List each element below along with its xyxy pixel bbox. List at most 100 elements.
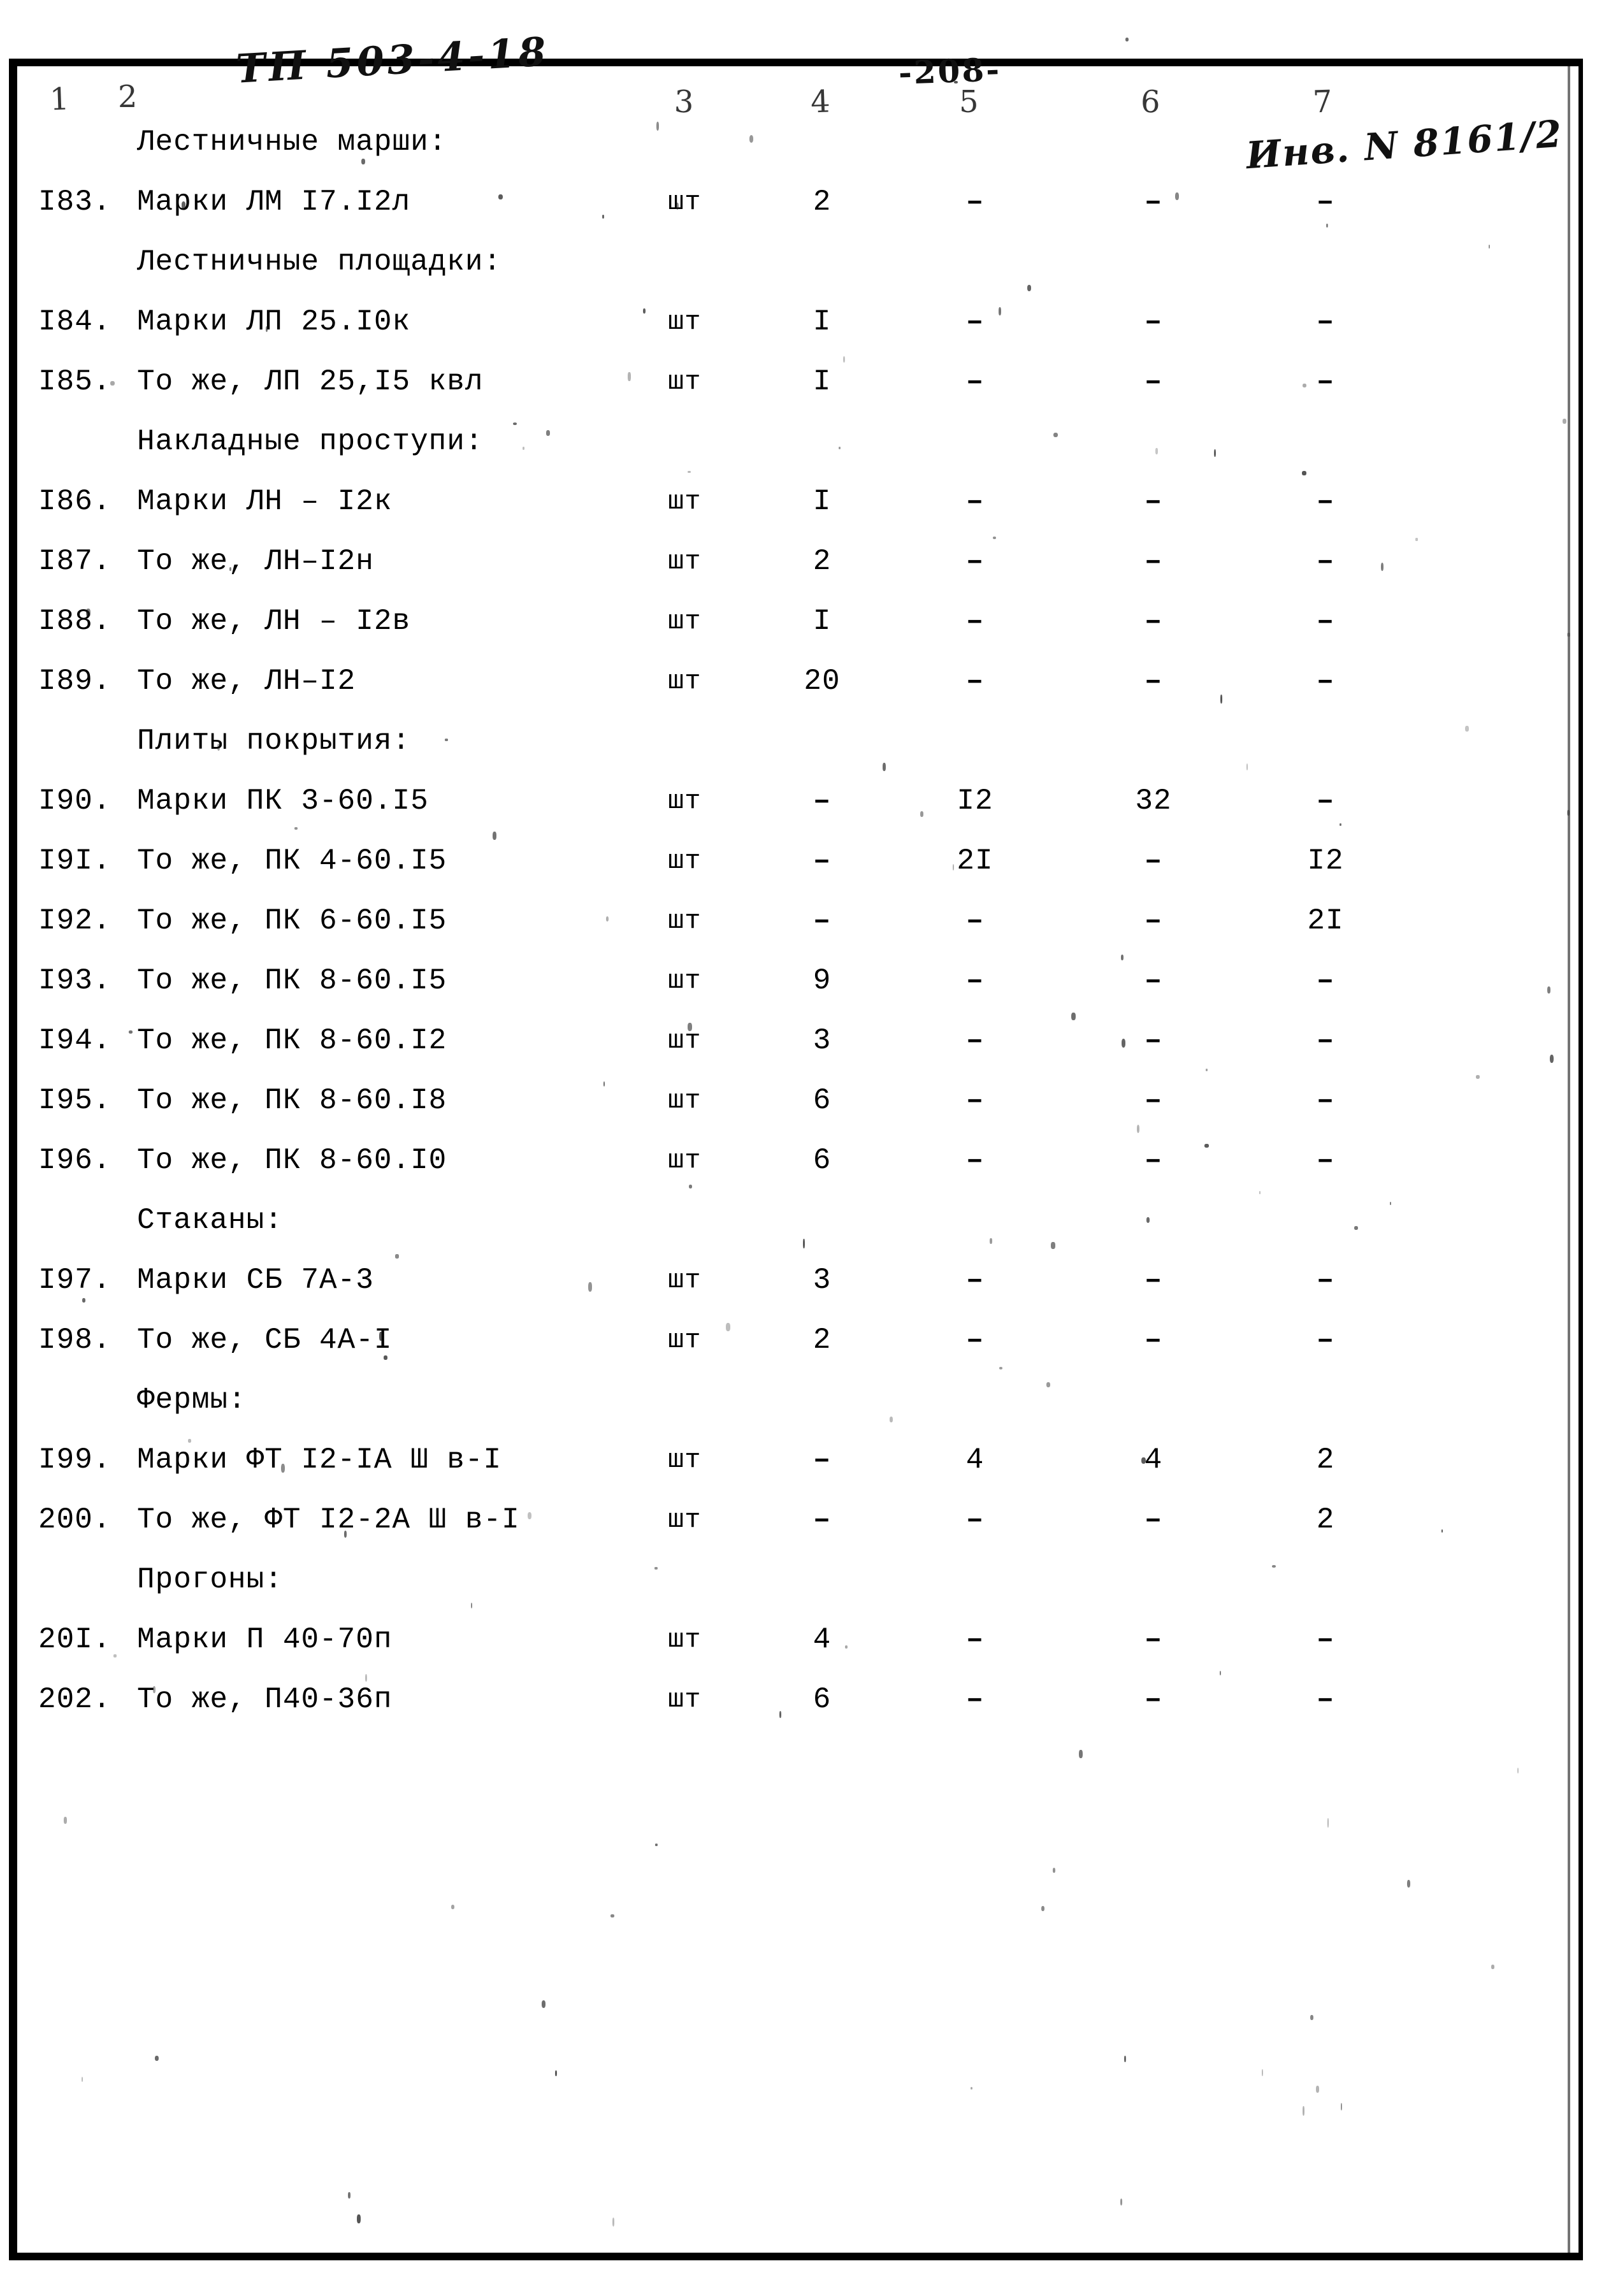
scan-speck <box>1380 562 1384 571</box>
scan-speck <box>152 1686 155 1693</box>
row-quantity-col5: – <box>965 1683 985 1716</box>
scan-speck <box>1549 1054 1554 1064</box>
scan-speck <box>82 1298 85 1303</box>
scan-speck <box>838 447 841 450</box>
scan-speck <box>1120 955 1123 960</box>
row-quantity-col4: 2 <box>813 545 832 578</box>
row-item-number: I99. <box>38 1443 112 1477</box>
row-quantity-col7: – <box>1316 485 1335 518</box>
table-row: I88. То же, ЛН – I2в шт I – – – <box>0 604 1618 664</box>
row-quantity-col5: – <box>965 1324 985 1357</box>
scan-speck <box>528 1512 532 1519</box>
row-quantity-col5: – <box>965 185 985 219</box>
row-quantity-col5: 2I <box>957 844 993 877</box>
scan-speck <box>654 1567 658 1570</box>
row-quantity-col7: – <box>1316 1264 1335 1297</box>
row-quantity-col6: – <box>1144 545 1163 578</box>
row-quantity-col6: – <box>1144 185 1163 219</box>
table-group-header: Накладные проступи: <box>0 424 1618 484</box>
scan-speck <box>1220 694 1222 704</box>
row-unit: шт <box>668 366 702 397</box>
row-quantity-col4: I <box>813 305 832 338</box>
table-row: I93. То же, ПК 8-60.I5 шт 9 – – – <box>0 964 1618 1023</box>
row-quantity-col4: I <box>813 485 832 518</box>
scan-speck <box>1205 1069 1208 1071</box>
table-row: I86. Марки ЛН – I2к шт I – – – <box>0 484 1618 544</box>
row-item-name: То же, П40-36п <box>137 1683 393 1716</box>
scan-speck <box>1517 1767 1519 1774</box>
row-item-number: I9I. <box>38 844 112 877</box>
scan-speck <box>1124 2056 1126 2062</box>
column-number-row: 1 2 3 4 5 6 7 <box>0 78 1618 122</box>
row-quantity-col5: – <box>965 605 985 638</box>
column-number-7: 7 <box>1312 83 1333 120</box>
column-number-4: 4 <box>810 83 831 120</box>
scan-speck <box>1389 1202 1391 1205</box>
scan-speck <box>1259 1190 1261 1194</box>
row-item-name: То же, ПК 8-60.I2 <box>137 1024 447 1057</box>
scan-speck <box>1354 1225 1358 1231</box>
scan-speck <box>779 1710 781 1718</box>
row-quantity-col4: – <box>813 844 832 877</box>
scan-speck <box>1155 447 1158 454</box>
row-quantity-col5: – <box>965 365 985 398</box>
row-unit: шт <box>668 1085 702 1116</box>
row-item-number: I86. <box>38 485 112 518</box>
row-quantity-col6: – <box>1144 1324 1163 1357</box>
table-row: I90. Марки ПК 3-60.I5 шт – I2 32 – <box>0 784 1618 844</box>
table-row: I83. Марки ЛМ I7.I2л шт 2 – – – <box>0 185 1618 245</box>
column-number-3: 3 <box>674 83 695 120</box>
row-quantity-col7: – <box>1316 1324 1335 1357</box>
scan-speck <box>1141 1457 1146 1464</box>
scan-speck <box>1271 1564 1276 1568</box>
row-quantity-col7: – <box>1316 1623 1335 1656</box>
row-quantity-col5: – <box>965 305 985 338</box>
row-quantity-col7: – <box>1316 784 1335 818</box>
scan-speck <box>1562 418 1566 424</box>
row-unit: шт <box>668 846 702 876</box>
row-item-name: Марки СБ 7А-3 <box>137 1264 374 1297</box>
row-item-name: То же, ЛН–I2н <box>137 545 374 578</box>
row-item-number: I89. <box>38 665 112 698</box>
row-quantity-col6: – <box>1144 964 1163 997</box>
row-quantity-col6: – <box>1144 904 1163 937</box>
row-quantity-col6: – <box>1144 1144 1163 1177</box>
scan-speck <box>1547 986 1550 993</box>
row-quantity-col5: – <box>965 665 985 698</box>
table-group-header: Стаканы: <box>0 1203 1618 1263</box>
row-quantity-col4: – <box>813 784 832 818</box>
row-quantity-col7: – <box>1316 964 1335 997</box>
group-label: Лестничные марши: <box>137 126 447 159</box>
scan-speck <box>1079 1749 1083 1759</box>
group-label: Прогоны: <box>137 1563 283 1596</box>
scan-speck <box>217 744 220 751</box>
row-quantity-col4: 6 <box>813 1144 832 1177</box>
scan-speck <box>688 470 691 473</box>
row-unit: шт <box>668 1684 702 1715</box>
row-item-number: 20I. <box>38 1623 112 1656</box>
row-quantity-col6: – <box>1144 844 1163 877</box>
scan-speck <box>451 1904 455 1909</box>
scan-speck <box>110 381 115 386</box>
table-group-header: Плиты покрытия: <box>0 724 1618 784</box>
row-quantity-col4: – <box>813 904 832 937</box>
scan-speck <box>1310 2014 1314 2021</box>
scan-speck <box>612 2217 614 2227</box>
scan-speck <box>688 1184 693 1188</box>
scan-speck <box>1315 2086 1319 2093</box>
row-item-number: I84. <box>38 305 112 338</box>
row-quantity-col6: – <box>1144 1503 1163 1536</box>
scan-speck <box>348 2192 350 2199</box>
row-quantity-col4: 6 <box>813 1683 832 1716</box>
table-row: I96. То же, ПК 8-60.I0 шт 6 – – – <box>0 1143 1618 1203</box>
row-quantity-col4: 20 <box>804 665 841 698</box>
row-item-name: То же, ЛП 25,I5 квл <box>137 365 484 398</box>
scan-speck <box>294 827 298 830</box>
row-item-number: 202. <box>38 1683 112 1716</box>
scan-speck <box>1052 1867 1056 1873</box>
table-row: I9I. То же, ПК 4-60.I5 шт – 2I – I2 <box>0 844 1618 904</box>
scan-speck <box>1441 1529 1443 1533</box>
row-quantity-col5: – <box>965 1623 985 1656</box>
scan-speck <box>379 1332 383 1341</box>
row-item-number: I98. <box>38 1324 112 1357</box>
